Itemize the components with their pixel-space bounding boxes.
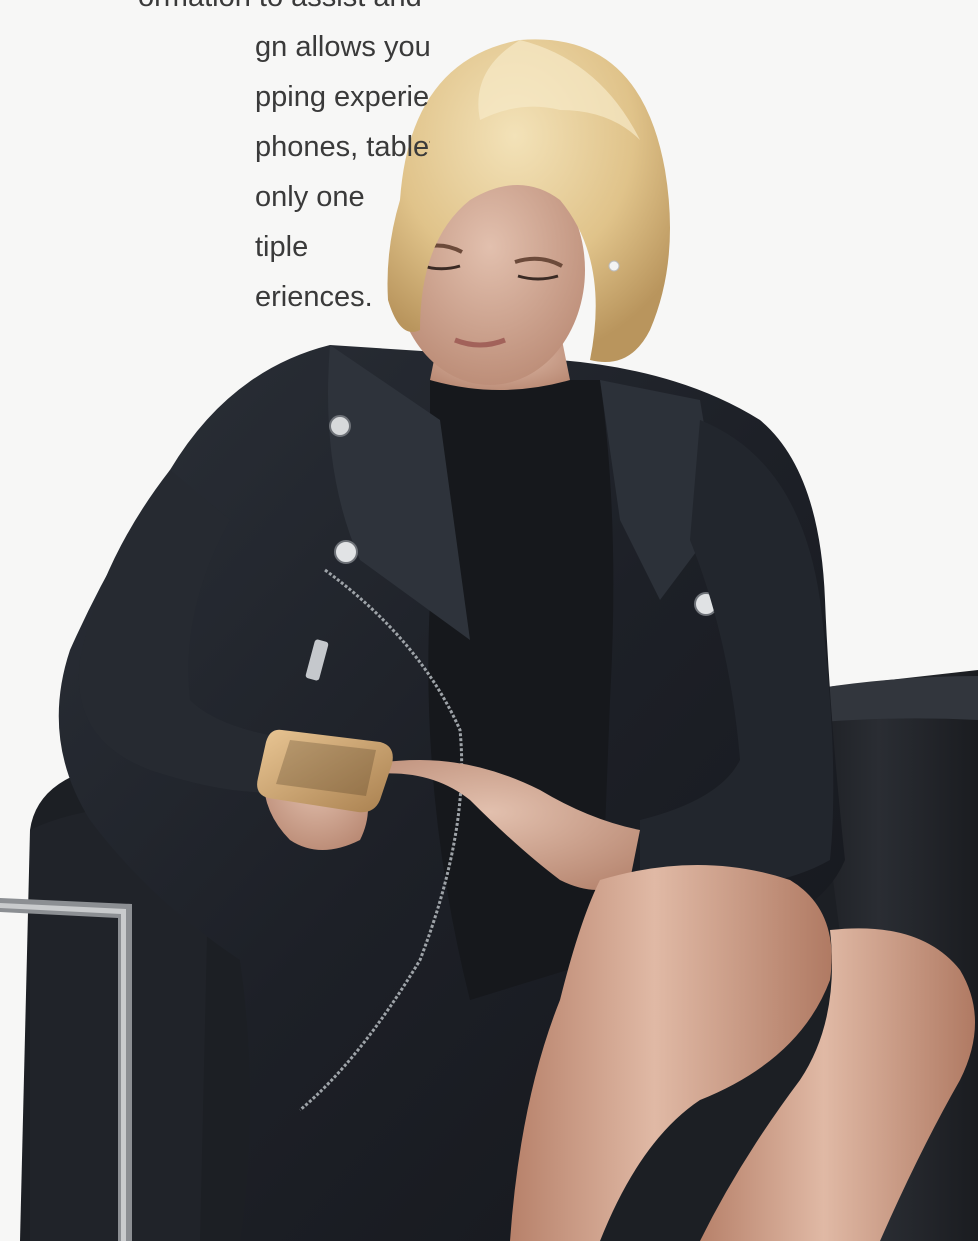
copy-line: ormation to assist and [138, 0, 430, 22]
body-copy: ormation to assist and gn allows you to … [0, 0, 430, 322]
copy-line: tiple [255, 231, 309, 263]
copy-line: pping experiences [255, 81, 430, 113]
copy-line: eriences. [255, 281, 373, 313]
copy-line: only one [255, 181, 365, 213]
copy-line: phones, tablets, [255, 131, 430, 163]
copy-line: gn allows you to [255, 31, 430, 63]
page: ormation to assist and gn allows you to … [0, 0, 978, 1241]
